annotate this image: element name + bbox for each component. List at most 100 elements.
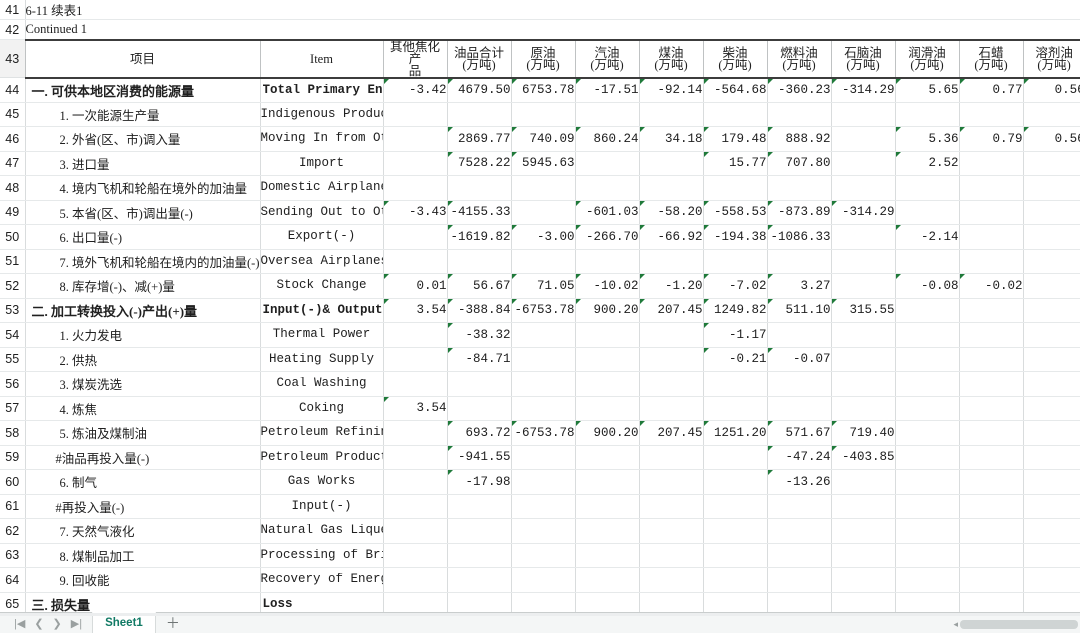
cell-lubricant[interactable] xyxy=(895,494,960,519)
cell-paraffin[interactable] xyxy=(959,567,1024,593)
cell-paraffin[interactable] xyxy=(959,592,1024,612)
cell-naphtha[interactable]: 719.40 xyxy=(831,420,896,446)
cell-fuel_oil[interactable] xyxy=(767,567,832,593)
cell-item-en[interactable]: Coking xyxy=(260,396,384,421)
cell-crude_oil[interactable] xyxy=(511,469,576,495)
cell-oil_total[interactable] xyxy=(447,175,512,201)
cell-item-en[interactable]: Export(-) xyxy=(260,224,384,250)
cell-item-en[interactable]: Thermal Power xyxy=(260,322,384,348)
cell-diesel[interactable]: -194.38 xyxy=(703,224,768,250)
row-header-41[interactable]: 41 xyxy=(0,0,26,20)
cell-paraffin[interactable] xyxy=(959,347,1024,372)
row-header-64[interactable]: 64 xyxy=(0,567,26,593)
cell-fuel_oil[interactable] xyxy=(767,543,832,568)
cell-naphtha[interactable] xyxy=(831,175,896,201)
cell-oil_total[interactable]: -84.71 xyxy=(447,347,512,372)
cell-solvent_oil[interactable] xyxy=(1023,445,1080,470)
cell-other_coking[interactable] xyxy=(383,494,448,519)
cell-item-cn[interactable]: 一. 可供本地区消费的能源量 xyxy=(25,77,261,103)
cell-lubricant[interactable]: 5.36 xyxy=(895,126,960,152)
cell-diesel[interactable] xyxy=(703,102,768,127)
cell-gasoline[interactable] xyxy=(575,469,640,495)
cell-oil_total[interactable] xyxy=(447,494,512,519)
cell-gasoline[interactable] xyxy=(575,396,640,421)
cell-crude_oil[interactable] xyxy=(511,347,576,372)
row-header-48[interactable]: 48 xyxy=(0,175,26,201)
cell-lubricant[interactable] xyxy=(895,371,960,397)
cell-paraffin[interactable] xyxy=(959,151,1024,176)
cell-naphtha[interactable] xyxy=(831,567,896,593)
cell-gasoline[interactable] xyxy=(575,371,640,397)
cell-solvent_oil[interactable] xyxy=(1023,224,1080,250)
cell-kerosene[interactable] xyxy=(639,567,704,593)
cell-paraffin[interactable] xyxy=(959,298,1024,323)
cell-item-en[interactable]: Oversea Airplanes&Ships xyxy=(260,249,384,274)
cell-kerosene[interactable]: 34.18 xyxy=(639,126,704,152)
cell-gasoline[interactable]: -10.02 xyxy=(575,273,640,299)
cell-gasoline[interactable] xyxy=(575,592,640,612)
cell-crude_oil[interactable]: 740.09 xyxy=(511,126,576,152)
cell-crude_oil[interactable] xyxy=(511,592,576,612)
cell-solvent_oil[interactable] xyxy=(1023,347,1080,372)
cell-item-en[interactable]: Stock Change xyxy=(260,273,384,299)
cell-fuel_oil[interactable]: -360.23 xyxy=(767,77,832,103)
cell-oil_total[interactable] xyxy=(447,396,512,421)
cell-lubricant[interactable] xyxy=(895,347,960,372)
cell-item-cn[interactable]: 5. 本省(区、市)调出量(-) xyxy=(25,200,261,225)
cell-oil_total[interactable] xyxy=(447,567,512,593)
cell-fuel_oil[interactable]: -13.26 xyxy=(767,469,832,495)
cell-fuel_oil[interactable]: -1086.33 xyxy=(767,224,832,250)
row-header-63[interactable]: 63 xyxy=(0,543,26,568)
cell-diesel[interactable] xyxy=(703,494,768,519)
cell-kerosene[interactable] xyxy=(639,494,704,519)
cell-crude_oil[interactable] xyxy=(511,371,576,397)
cell-paraffin[interactable] xyxy=(959,494,1024,519)
cell-other_coking[interactable] xyxy=(383,543,448,568)
cell-kerosene[interactable] xyxy=(639,592,704,612)
cell-solvent_oil[interactable] xyxy=(1023,273,1080,299)
last-sheet-icon[interactable]: ▶| xyxy=(71,617,82,630)
cell-diesel[interactable]: 1249.82 xyxy=(703,298,768,323)
cell-oil_total[interactable]: 2869.77 xyxy=(447,126,512,152)
cell-paraffin[interactable]: -0.02 xyxy=(959,273,1024,299)
cell-fuel_oil[interactable]: 571.67 xyxy=(767,420,832,446)
cell-item-en[interactable]: Loss xyxy=(260,592,384,612)
cell-kerosene[interactable] xyxy=(639,151,704,176)
cell-lubricant[interactable] xyxy=(895,518,960,544)
cell-other_coking[interactable] xyxy=(383,322,448,348)
document-title-en[interactable]: Continued 1 xyxy=(25,19,1080,40)
row-header-61[interactable]: 61 xyxy=(0,494,26,519)
cell-lubricant[interactable] xyxy=(895,420,960,446)
cell-paraffin[interactable] xyxy=(959,322,1024,348)
cell-gasoline[interactable] xyxy=(575,322,640,348)
cell-solvent_oil[interactable] xyxy=(1023,518,1080,544)
cell-item-en[interactable]: Processing of Briquettes xyxy=(260,543,384,568)
cell-diesel[interactable] xyxy=(703,371,768,397)
cell-fuel_oil[interactable] xyxy=(767,396,832,421)
cell-diesel[interactable]: 179.48 xyxy=(703,126,768,152)
horizontal-scrollbar[interactable]: ◂ xyxy=(953,619,1078,630)
row-header-65[interactable]: 65 xyxy=(0,592,26,612)
cell-fuel_oil[interactable] xyxy=(767,494,832,519)
cell-item-cn[interactable]: 4. 境内飞机和轮船在境外的加油量 xyxy=(25,175,261,201)
cell-crude_oil[interactable] xyxy=(511,445,576,470)
cell-kerosene[interactable]: 207.45 xyxy=(639,420,704,446)
column-header-other_coking[interactable]: 其他焦化产品 xyxy=(383,38,448,79)
cell-gasoline[interactable] xyxy=(575,494,640,519)
cell-naphtha[interactable] xyxy=(831,102,896,127)
cell-solvent_oil[interactable] xyxy=(1023,322,1080,348)
cell-item-cn[interactable]: 9. 回收能 xyxy=(25,567,261,593)
cell-diesel[interactable]: -564.68 xyxy=(703,77,768,103)
cell-item-en[interactable]: Total Primary Energy Supply xyxy=(260,77,384,103)
cell-diesel[interactable]: -558.53 xyxy=(703,200,768,225)
column-header-fuel_oil[interactable]: 燃料油 (万吨) xyxy=(767,38,832,79)
cell-lubricant[interactable] xyxy=(895,592,960,612)
cell-oil_total[interactable] xyxy=(447,371,512,397)
cell-item-cn[interactable]: 3. 进口量 xyxy=(25,151,261,176)
cell-naphtha[interactable] xyxy=(831,151,896,176)
cell-oil_total[interactable] xyxy=(447,249,512,274)
cell-crude_oil[interactable] xyxy=(511,518,576,544)
row-header-53[interactable]: 53 xyxy=(0,298,26,323)
cell-fuel_oil[interactable]: 3.27 xyxy=(767,273,832,299)
cell-item-cn[interactable]: 1. 一次能源生产量 xyxy=(25,102,261,127)
